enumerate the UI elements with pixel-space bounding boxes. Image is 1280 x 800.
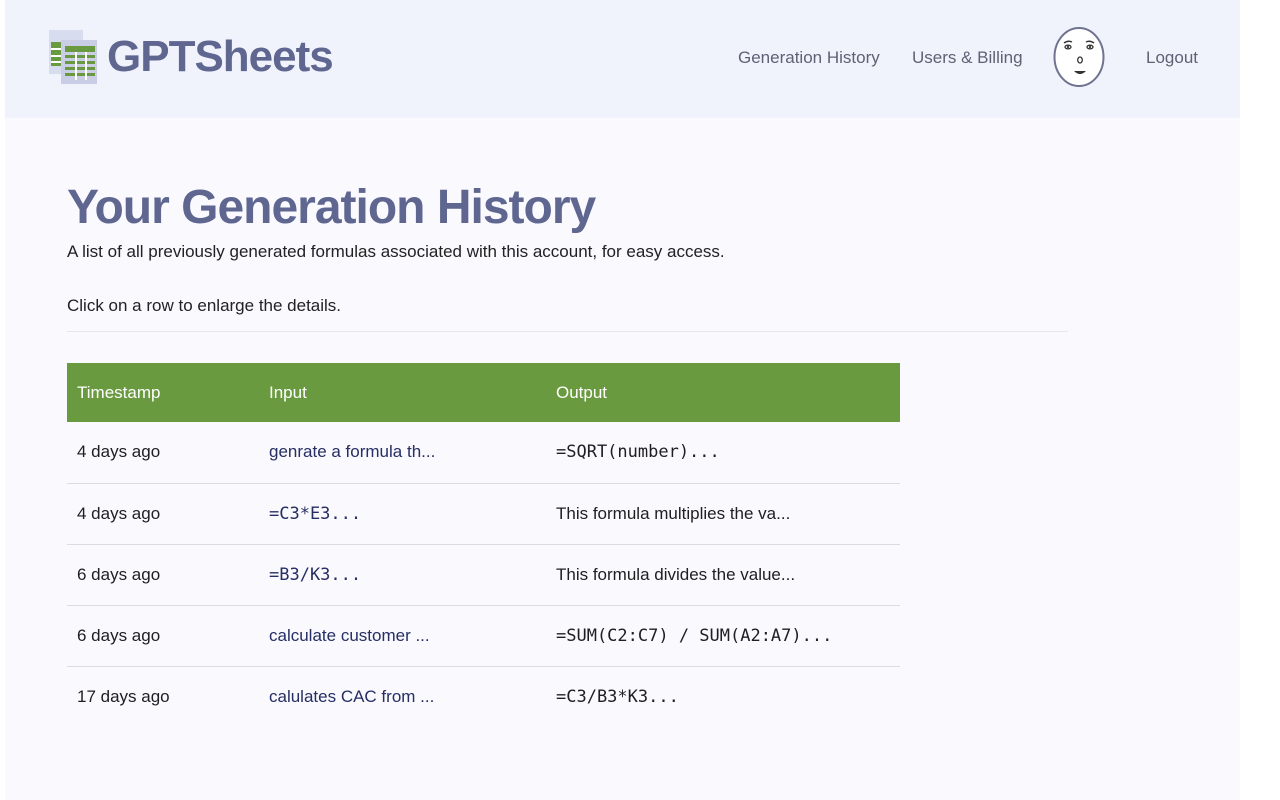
table-header-row: Timestamp Input Output <box>67 363 900 422</box>
cell-timestamp: 4 days ago <box>77 503 161 523</box>
cell-timestamp: 6 days ago <box>77 625 161 645</box>
top-header: GPTSheets Generation History Users & Bil… <box>5 0 1240 118</box>
brand-logo[interactable]: GPTSheets <box>47 28 334 86</box>
cell-output: =SUM(C2:C7) / SUM(A2:A7)... <box>556 625 833 646</box>
user-avatar[interactable] <box>1053 27 1105 87</box>
cell-output: =SQRT(number)... <box>556 442 720 463</box>
app-root: GPTSheets Generation History Users & Bil… <box>5 0 1240 800</box>
page-title: Your Generation History <box>67 181 596 234</box>
section-divider <box>67 331 1068 332</box>
cell-timestamp: 4 days ago <box>77 442 161 462</box>
column-header-output: Output <box>556 382 608 402</box>
column-header-timestamp: Timestamp <box>77 382 161 402</box>
table-row[interactable]: 4 days ago genrate a formula th... =SQRT… <box>67 422 900 483</box>
nav-generation-history[interactable]: Generation History <box>738 48 880 68</box>
cell-input: =B3/K3... <box>269 564 362 585</box>
table-row[interactable]: 4 days ago =C3*E3... This formula multip… <box>67 483 900 544</box>
page-subtitle: A list of all previously generated formu… <box>67 242 725 261</box>
cell-output: This formula multiplies the va... <box>556 503 791 523</box>
cell-timestamp: 17 days ago <box>77 686 170 706</box>
logout-link[interactable]: Logout <box>1146 48 1198 68</box>
cell-output: =C3/B3*K3... <box>556 686 679 707</box>
column-header-input: Input <box>269 382 307 402</box>
table-row[interactable]: 17 days ago calulates CAC from ... =C3/B… <box>67 666 900 727</box>
face-avatar-icon <box>1053 27 1105 87</box>
cell-input: calculate customer ... <box>269 625 430 645</box>
history-table: Timestamp Input Output 4 days ago genrat… <box>67 363 900 727</box>
cell-input: genrate a formula th... <box>269 442 436 462</box>
cell-output: This formula divides the value... <box>556 564 796 584</box>
page-hint: Click on a row to enlarge the details. <box>67 296 342 315</box>
cell-timestamp: 6 days ago <box>77 564 161 584</box>
cell-input: =C3*E3... <box>269 503 362 524</box>
table-row[interactable]: 6 days ago =B3/K3... This formula divide… <box>67 544 900 605</box>
table-row[interactable]: 6 days ago calculate customer ... =SUM(C… <box>67 605 900 666</box>
brand-name: GPTSheets <box>107 32 334 81</box>
table-body: 4 days ago genrate a formula th... =SQRT… <box>67 422 900 727</box>
cell-input: calulates CAC from ... <box>269 686 435 706</box>
table-header: Timestamp Input Output <box>67 363 900 422</box>
nav-users-billing[interactable]: Users & Billing <box>912 48 1023 68</box>
spreadsheet-icon <box>49 30 97 84</box>
